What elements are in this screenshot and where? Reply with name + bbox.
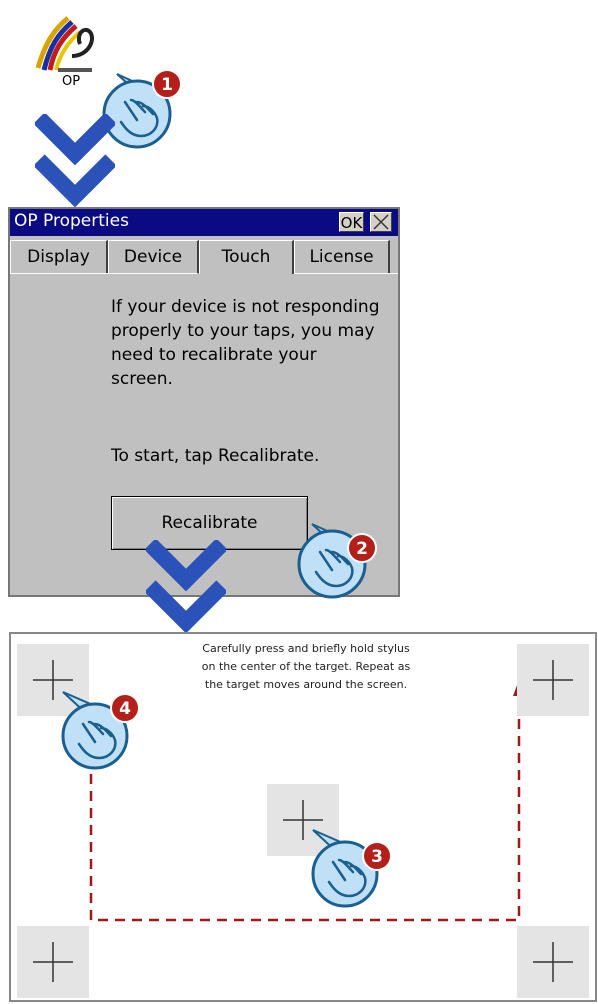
- crosshair-icon: [533, 660, 573, 700]
- op-icon-label: OP: [62, 74, 81, 89]
- tab-divider: [294, 273, 398, 274]
- title-bar: OP Properties OK: [10, 209, 398, 236]
- step-badge-1: 1: [161, 75, 173, 95]
- tab-license[interactable]: License: [294, 240, 390, 274]
- calibration-screen: Carefully press and briefly hold stylus …: [9, 632, 597, 1002]
- step-badge-2: 2: [356, 539, 368, 559]
- touch-start-hint: To start, tap Recalibrate.: [111, 446, 320, 466]
- dialog-title: OP Properties: [14, 211, 129, 231]
- tap-hand-icon-step-4: 4: [59, 686, 151, 778]
- crosshair-icon: [33, 942, 73, 982]
- tab-device[interactable]: Device: [108, 240, 199, 274]
- tab-touch[interactable]: Touch: [199, 240, 294, 274]
- crosshair-icon: [533, 942, 573, 982]
- tap-hand-icon-step-2: 2: [292, 512, 384, 604]
- touch-description: If your device is not responding properl…: [111, 297, 380, 389]
- calibration-target-bottom-left[interactable]: [17, 926, 89, 998]
- calibration-target-bottom-right[interactable]: [517, 926, 589, 998]
- calibration-target-top-right[interactable]: [517, 644, 589, 716]
- step-badge-3: 3: [371, 847, 383, 867]
- ok-button[interactable]: OK: [339, 212, 364, 232]
- down-chevron-icon: [33, 112, 117, 210]
- step-badge-4: 4: [119, 699, 131, 719]
- close-button[interactable]: [370, 212, 392, 232]
- tap-hand-icon-step-3: 3: [309, 824, 401, 916]
- down-chevron-icon: [144, 538, 228, 636]
- tab-divider: [10, 273, 197, 274]
- close-icon: [373, 214, 389, 230]
- tab-display[interactable]: Display: [10, 240, 108, 274]
